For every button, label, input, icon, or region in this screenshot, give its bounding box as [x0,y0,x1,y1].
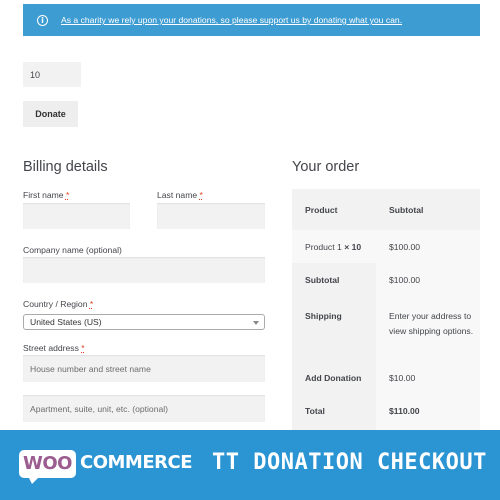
logo-commerce-text: COMMERCE [80,452,193,473]
item-qty: × 10 [344,242,362,252]
first-name-label: First name * [23,190,70,200]
subtotal-value: $100.00 [376,263,480,297]
logo-speech-tail [28,476,40,484]
subtotal-label: Subtotal [292,263,376,297]
order-header-row: Product Subtotal [292,189,480,230]
header-subtotal: Subtotal [389,205,424,215]
donate-button[interactable]: Donate [23,101,78,127]
promo-banner: WOO COMMERCE TT DONATION CHECKOUT [0,430,500,500]
required-mark: * [65,190,70,200]
add-donation-value: $10.00 [376,362,480,396]
chevron-down-icon [253,321,259,325]
banner-title: TT DONATION CHECKOUT [212,450,487,475]
country-label: Country / Region * [23,299,94,309]
shipping-row: Shipping Enter your address to view ship… [292,297,480,362]
order-item-row: Product 1 × 10 $100.00 [292,230,480,263]
company-name-label: Company name (optional) [23,245,122,255]
required-mark: * [89,299,94,309]
donation-notice: i As a charity we rely upon your donatio… [23,4,480,36]
street-address-label: Street address * [23,343,85,353]
required-mark: * [81,343,85,353]
billing-title: Billing details [23,159,108,175]
shipping-value: Enter your address to view shipping opti… [376,297,480,362]
country-select-value: United States (US) [30,317,102,327]
company-name-field[interactable] [23,257,265,283]
woocommerce-logo-badge: WOO [19,450,76,478]
shipping-label: Shipping [292,297,376,362]
item-price: $100.00 [389,242,421,252]
country-select[interactable]: United States (US) [23,314,265,330]
add-donation-row: Add Donation $10.00 [292,362,480,396]
header-product: Product [305,205,338,215]
order-title: Your order [292,159,360,175]
last-name-field[interactable] [157,203,265,229]
item-name: Product 1 [305,242,342,252]
logo-woo-text: WOO [23,453,72,474]
street-address-2-field[interactable] [23,395,265,422]
total-row: Total $110.00 [292,396,480,430]
donation-amount-input[interactable] [23,62,81,87]
street-address-field[interactable] [23,355,265,382]
total-label: Total [292,396,376,430]
first-name-field[interactable] [23,203,130,229]
info-icon: i [37,14,48,26]
notice-link[interactable]: As a charity we rely upon your donations… [61,15,402,25]
subtotal-row: Subtotal $100.00 [292,263,480,297]
required-mark: * [199,190,203,200]
total-value: $110.00 [376,396,480,430]
last-name-label: Last name * [157,190,203,200]
add-donation-label: Add Donation [292,362,376,396]
